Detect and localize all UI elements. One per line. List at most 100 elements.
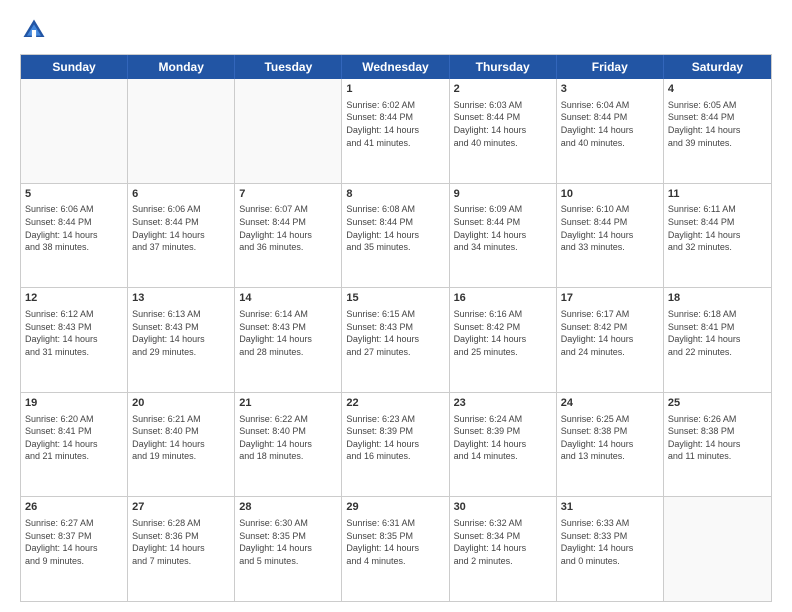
cal-cell: 9Sunrise: 6:09 AM Sunset: 8:44 PM Daylig… xyxy=(450,184,557,288)
cell-info: Sunrise: 6:08 AM Sunset: 8:44 PM Dayligh… xyxy=(346,203,444,253)
cell-day-number: 2 xyxy=(454,82,552,97)
header-day-tuesday: Tuesday xyxy=(235,55,342,79)
cell-day-number: 1 xyxy=(346,82,444,97)
cell-info: Sunrise: 6:25 AM Sunset: 8:38 PM Dayligh… xyxy=(561,413,659,463)
cell-info: Sunrise: 6:03 AM Sunset: 8:44 PM Dayligh… xyxy=(454,99,552,149)
cell-info: Sunrise: 6:06 AM Sunset: 8:44 PM Dayligh… xyxy=(132,203,230,253)
cal-cell: 20 Sunrise: 6:21 AM Sunset: 8:40 PM Dayli… xyxy=(128,393,235,497)
cell-day-number: 9 xyxy=(454,187,552,202)
cell-info: Sunrise: 6:33 AM Sunset: 8:33 PM Dayligh… xyxy=(561,517,659,567)
week-row-4: 26 Sunrise: 6:27 AM Sunset: 8:37 PM Dayli… xyxy=(21,497,771,601)
week-row-3: 19 Sunrise: 6:20 AM Sunset: 8:41 PM Dayli… xyxy=(21,393,771,498)
cell-info: Sunrise: 6:30 AM Sunset: 8:35 PM Dayligh… xyxy=(239,517,337,567)
cell-day-number: 11 xyxy=(668,187,767,202)
cell-day-number: 4 xyxy=(668,82,767,97)
cal-cell: 11Sunrise: 6:11 AM Sunset: 8:44 PM Dayli… xyxy=(664,184,771,288)
cell-day-number: 26 xyxy=(25,500,123,515)
cal-cell: 18 Sunrise: 6:18 AM Sunset: 8:41 PM Dayli… xyxy=(664,288,771,392)
cal-cell: 1 Sunrise: 6:02 AM Sunset: 8:44 PM Daylig… xyxy=(342,79,449,183)
logo-icon xyxy=(20,16,48,44)
cell-info: Sunrise: 6:04 AM Sunset: 8:44 PM Dayligh… xyxy=(561,99,659,149)
cal-cell xyxy=(235,79,342,183)
cell-day-number: 5 xyxy=(25,187,123,202)
cell-info: Sunrise: 6:10 AM Sunset: 8:44 PM Dayligh… xyxy=(561,203,659,253)
cal-cell: 14 Sunrise: 6:14 AM Sunset: 8:43 PM Dayli… xyxy=(235,288,342,392)
cell-day-number: 30 xyxy=(454,500,552,515)
cal-cell: 3Sunrise: 6:04 AM Sunset: 8:44 PM Daylig… xyxy=(557,79,664,183)
calendar-header: SundayMondayTuesdayWednesdayThursdayFrid… xyxy=(21,55,771,79)
cal-cell: 30 Sunrise: 6:32 AM Sunset: 8:34 PM Dayli… xyxy=(450,497,557,601)
cell-day-number: 16 xyxy=(454,291,552,306)
week-row-0: 1 Sunrise: 6:02 AM Sunset: 8:44 PM Daylig… xyxy=(21,79,771,184)
cal-cell: 8Sunrise: 6:08 AM Sunset: 8:44 PM Daylig… xyxy=(342,184,449,288)
cal-cell: 15 Sunrise: 6:15 AM Sunset: 8:43 PM Dayli… xyxy=(342,288,449,392)
cell-info: Sunrise: 6:21 AM Sunset: 8:40 PM Dayligh… xyxy=(132,413,230,463)
cal-cell: 31 Sunrise: 6:33 AM Sunset: 8:33 PM Dayli… xyxy=(557,497,664,601)
cell-info: Sunrise: 6:31 AM Sunset: 8:35 PM Dayligh… xyxy=(346,517,444,567)
cell-info: Sunrise: 6:28 AM Sunset: 8:36 PM Dayligh… xyxy=(132,517,230,567)
cal-cell: 21 Sunrise: 6:22 AM Sunset: 8:40 PM Dayli… xyxy=(235,393,342,497)
cell-day-number: 17 xyxy=(561,291,659,306)
cell-day-number: 22 xyxy=(346,396,444,411)
cell-info: Sunrise: 6:13 AM Sunset: 8:43 PM Dayligh… xyxy=(132,308,230,358)
header xyxy=(20,16,772,44)
cell-day-number: 27 xyxy=(132,500,230,515)
header-day-monday: Monday xyxy=(128,55,235,79)
cell-day-number: 28 xyxy=(239,500,337,515)
header-day-friday: Friday xyxy=(557,55,664,79)
cell-info: Sunrise: 6:32 AM Sunset: 8:34 PM Dayligh… xyxy=(454,517,552,567)
logo xyxy=(20,16,52,44)
cell-info: Sunrise: 6:02 AM Sunset: 8:44 PM Dayligh… xyxy=(346,99,444,149)
cal-cell: 2 Sunrise: 6:03 AM Sunset: 8:44 PM Daylig… xyxy=(450,79,557,183)
header-day-wednesday: Wednesday xyxy=(342,55,449,79)
cell-info: Sunrise: 6:14 AM Sunset: 8:43 PM Dayligh… xyxy=(239,308,337,358)
cal-cell: 22Sunrise: 6:23 AM Sunset: 8:39 PM Dayli… xyxy=(342,393,449,497)
page: SundayMondayTuesdayWednesdayThursdayFrid… xyxy=(0,0,792,612)
cal-cell: 24 Sunrise: 6:25 AM Sunset: 8:38 PM Dayli… xyxy=(557,393,664,497)
cal-cell: 13Sunrise: 6:13 AM Sunset: 8:43 PM Dayli… xyxy=(128,288,235,392)
cell-day-number: 31 xyxy=(561,500,659,515)
cell-info: Sunrise: 6:26 AM Sunset: 8:38 PM Dayligh… xyxy=(668,413,767,463)
cell-day-number: 6 xyxy=(132,187,230,202)
cell-info: Sunrise: 6:05 AM Sunset: 8:44 PM Dayligh… xyxy=(668,99,767,149)
cell-day-number: 18 xyxy=(668,291,767,306)
cell-day-number: 20 xyxy=(132,396,230,411)
cell-day-number: 24 xyxy=(561,396,659,411)
cell-info: Sunrise: 6:12 AM Sunset: 8:43 PM Dayligh… xyxy=(25,308,123,358)
cal-cell: 10Sunrise: 6:10 AM Sunset: 8:44 PM Dayli… xyxy=(557,184,664,288)
cell-info: Sunrise: 6:07 AM Sunset: 8:44 PM Dayligh… xyxy=(239,203,337,253)
cell-info: Sunrise: 6:06 AM Sunset: 8:44 PM Dayligh… xyxy=(25,203,123,253)
cal-cell: 5Sunrise: 6:06 AM Sunset: 8:44 PM Daylig… xyxy=(21,184,128,288)
cell-day-number: 15 xyxy=(346,291,444,306)
cell-day-number: 14 xyxy=(239,291,337,306)
cell-day-number: 29 xyxy=(346,500,444,515)
week-row-1: 5Sunrise: 6:06 AM Sunset: 8:44 PM Daylig… xyxy=(21,184,771,289)
calendar-body: 1 Sunrise: 6:02 AM Sunset: 8:44 PM Daylig… xyxy=(21,79,771,601)
header-day-sunday: Sunday xyxy=(21,55,128,79)
cal-cell xyxy=(664,497,771,601)
cell-day-number: 10 xyxy=(561,187,659,202)
cal-cell: 12 Sunrise: 6:12 AM Sunset: 8:43 PM Dayli… xyxy=(21,288,128,392)
cell-info: Sunrise: 6:09 AM Sunset: 8:44 PM Dayligh… xyxy=(454,203,552,253)
cal-cell xyxy=(21,79,128,183)
week-row-2: 12 Sunrise: 6:12 AM Sunset: 8:43 PM Dayli… xyxy=(21,288,771,393)
cal-cell: 4 Sunrise: 6:05 AM Sunset: 8:44 PM Daylig… xyxy=(664,79,771,183)
cell-day-number: 7 xyxy=(239,187,337,202)
header-day-saturday: Saturday xyxy=(664,55,771,79)
cell-info: Sunrise: 6:15 AM Sunset: 8:43 PM Dayligh… xyxy=(346,308,444,358)
cell-info: Sunrise: 6:22 AM Sunset: 8:40 PM Dayligh… xyxy=(239,413,337,463)
cell-info: Sunrise: 6:18 AM Sunset: 8:41 PM Dayligh… xyxy=(668,308,767,358)
cal-cell: 26 Sunrise: 6:27 AM Sunset: 8:37 PM Dayli… xyxy=(21,497,128,601)
cell-day-number: 12 xyxy=(25,291,123,306)
cell-day-number: 19 xyxy=(25,396,123,411)
cell-info: Sunrise: 6:20 AM Sunset: 8:41 PM Dayligh… xyxy=(25,413,123,463)
cell-day-number: 21 xyxy=(239,396,337,411)
cell-day-number: 25 xyxy=(668,396,767,411)
cal-cell: 25 Sunrise: 6:26 AM Sunset: 8:38 PM Dayli… xyxy=(664,393,771,497)
cell-info: Sunrise: 6:11 AM Sunset: 8:44 PM Dayligh… xyxy=(668,203,767,253)
cell-day-number: 8 xyxy=(346,187,444,202)
cell-info: Sunrise: 6:27 AM Sunset: 8:37 PM Dayligh… xyxy=(25,517,123,567)
cal-cell: 19 Sunrise: 6:20 AM Sunset: 8:41 PM Dayli… xyxy=(21,393,128,497)
cal-cell xyxy=(128,79,235,183)
cell-info: Sunrise: 6:17 AM Sunset: 8:42 PM Dayligh… xyxy=(561,308,659,358)
